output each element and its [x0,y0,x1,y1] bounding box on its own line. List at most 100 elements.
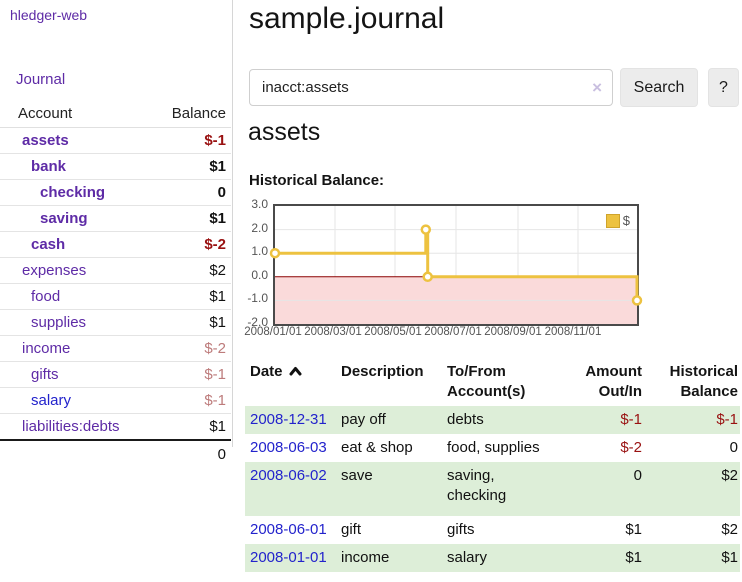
transaction-amount: $1 [558,516,644,544]
y-axis-tick: -1.0 [236,291,268,305]
account-row: assets $-1 [0,128,231,154]
account-link-food[interactable]: food [31,288,60,305]
date-column-header[interactable]: Date [245,360,341,406]
account-balance: 0 [154,180,231,206]
account-row: income $-2 [0,336,231,362]
transaction-amount: $-1 [558,406,644,434]
y-axis-tick: 2.0 [236,221,268,235]
account-link-salary[interactable]: salary [31,392,71,409]
x-axis-tick: 2008/09/01 [481,326,545,338]
account-link-saving[interactable]: saving [40,210,88,227]
account-balance: $-1 [154,128,231,154]
x-axis-tick: 2008/01/01 [241,326,305,338]
transaction-date-link[interactable]: 2008-06-01 [250,521,327,538]
transaction-amount: 0 [558,462,644,516]
page-title: sample.journal [249,2,444,36]
transaction-date-link[interactable]: 2008-06-03 [250,439,327,456]
transaction-balance: $2 [644,462,740,516]
transaction-description: save [341,462,447,516]
transaction-row: 2008-12-31 pay off debts $-1 $-1 [245,406,740,434]
legend-swatch-icon [606,214,620,228]
x-axis-tick: 2008/07/01 [421,326,485,338]
account-balance: $-1 [154,388,231,414]
accounts-total-value: 0 [154,440,231,467]
accounts-total-row: 0 [0,440,231,467]
search-button[interactable]: Search [620,68,698,107]
search-input[interactable] [250,70,612,105]
account-balance: $1 [154,284,231,310]
chart-legend: $ [604,212,632,229]
tofrom-column-header: To/From Account(s) [447,360,558,406]
account-row: bank $1 [0,154,231,180]
description-column-header: Description [341,360,447,406]
x-axis-tick: 2008/03/01 [301,326,365,338]
transaction-balance: $-1 [644,406,740,434]
transaction-row: 2008-06-01 gift gifts $1 $2 [245,516,740,544]
transaction-amount: $-2 [558,434,644,462]
transaction-balance: 0 [644,434,740,462]
sidebar-item-journal[interactable]: Journal [16,71,65,88]
account-balance: $1 [154,154,231,180]
legend-label: $ [623,213,630,228]
app-title-link[interactable]: hledger-web [10,7,87,23]
clear-search-icon[interactable]: × [592,78,602,98]
account-column-header: Account [0,100,154,128]
balance-column-header: Balance [154,100,231,128]
transaction-balance: $2 [644,516,740,544]
sidebar: hledger-web Journal Account Balance asse… [0,0,233,447]
register-header-row: Date Description To/From Account(s) Amou… [245,360,740,406]
sort-ascending-icon [289,366,302,376]
account-heading: assets [248,118,320,147]
transaction-description: pay off [341,406,447,434]
account-row: food $1 [0,284,231,310]
account-row: supplies $1 [0,310,231,336]
account-link-checking[interactable]: checking [40,184,105,201]
accounts-table-header: Account Balance [0,100,231,128]
help-button[interactable]: ? [708,68,739,107]
balance-chart-plot[interactable]: $ [273,204,639,326]
account-link-income[interactable]: income [22,340,70,357]
account-link-assets[interactable]: assets [22,132,69,149]
account-link-gifts[interactable]: gifts [31,366,59,383]
x-axis-tick: 2008/11/01 [541,326,605,338]
account-row: cash $-2 [0,232,231,258]
transaction-balance: $1 [644,544,740,572]
transaction-accounts: saving, checking [447,462,523,510]
account-balance: $-1 [154,362,231,388]
transaction-date-link[interactable]: 2008-12-31 [250,411,327,428]
transaction-accounts: debts [447,406,558,434]
transaction-amount: $1 [558,544,644,572]
account-row: expenses $2 [0,258,231,284]
account-link-expenses[interactable]: expenses [22,262,86,279]
account-row: checking 0 [0,180,231,206]
account-link-supplies[interactable]: supplies [31,314,86,331]
transaction-description: gift [341,516,447,544]
account-balance: $1 [154,206,231,232]
account-link-cash[interactable]: cash [31,236,65,253]
transaction-date-link[interactable]: 2008-06-02 [250,467,327,484]
search-box: × [249,69,613,106]
transaction-row: 2008-06-03 eat & shop food, supplies $-2… [245,434,740,462]
balance-column-header: Historical Balance [644,360,740,406]
x-axis-tick: 2008/05/01 [361,326,425,338]
transaction-date-link[interactable]: 2008-01-01 [250,549,327,566]
account-balance: $1 [154,414,231,441]
account-link-bank[interactable]: bank [31,158,66,175]
register-table: Date Description To/From Account(s) Amou… [245,360,740,572]
chart-plot-svg [275,206,637,324]
transaction-description: eat & shop [341,434,447,462]
account-balance: $-2 [154,336,231,362]
account-link-liabilities-debts[interactable]: liabilities:debts [22,418,120,435]
transaction-description: income [341,544,447,572]
account-row: gifts $-1 [0,362,231,388]
account-balance: $2 [154,258,231,284]
chart-title: Historical Balance: [249,172,384,189]
account-row: liabilities:debts $1 [0,414,231,441]
y-axis-tick: 3.0 [236,197,268,211]
account-row: salary $-1 [0,388,231,414]
account-balance: $-2 [154,232,231,258]
y-axis-tick: 0.0 [236,268,268,282]
accounts-table: Account Balance assets $-1 bank $1 check… [0,100,231,467]
transaction-accounts: food, supplies [447,434,558,462]
transaction-row: 2008-01-01 income salary $1 $1 [245,544,740,572]
